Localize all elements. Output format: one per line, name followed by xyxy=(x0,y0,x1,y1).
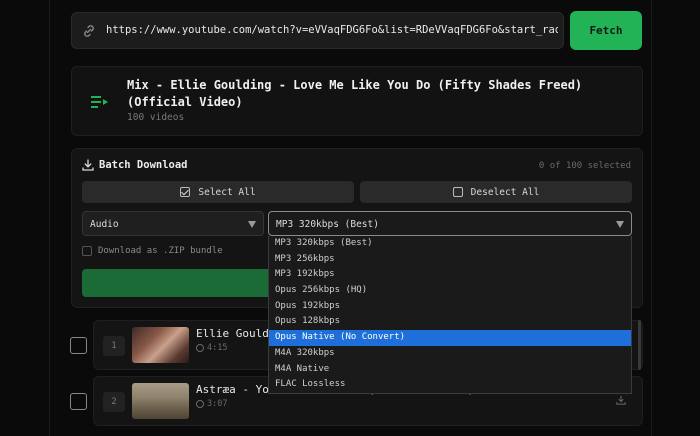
download-icon xyxy=(82,159,94,171)
zip-checkbox-row[interactable]: Download as .ZIP bundle xyxy=(82,246,223,256)
clock-icon xyxy=(196,400,204,408)
video-index: 2 xyxy=(103,392,125,412)
download-icon[interactable] xyxy=(616,395,626,405)
url-input[interactable]: https://www.youtube.com/watch?v=eVVaqFDG… xyxy=(106,24,558,36)
link-icon xyxy=(84,25,94,37)
format-select-value: Audio xyxy=(90,219,119,230)
quality-option[interactable]: Opus 192kbps xyxy=(269,299,631,315)
scrollbar[interactable] xyxy=(638,320,641,370)
quality-select-value: MP3 320kbps (Best) xyxy=(276,219,379,230)
batch-download-button[interactable] xyxy=(82,269,268,297)
caret-down-icon xyxy=(616,221,624,228)
quality-option[interactable]: Opus 128kbps xyxy=(269,314,631,330)
select-all-label: Select All xyxy=(198,186,256,198)
quality-option[interactable]: M4A 320kbps xyxy=(269,346,631,362)
deselect-all-button[interactable]: Deselect All xyxy=(360,181,632,203)
zip-label: Download as .ZIP bundle xyxy=(98,246,223,256)
checkbox-checked-icon xyxy=(180,187,191,197)
video-duration: 3:07 xyxy=(196,399,227,409)
playlist-count: 100 videos xyxy=(127,112,185,123)
caret-down-icon xyxy=(248,221,256,228)
clock-icon xyxy=(196,344,204,352)
checkbox-empty-icon xyxy=(452,187,463,197)
quality-select[interactable]: MP3 320kbps (Best) xyxy=(268,211,632,236)
quality-option[interactable]: Opus Native (No Convert) xyxy=(269,330,631,346)
batch-title: Batch Download xyxy=(99,159,188,171)
deselect-all-label: Deselect All xyxy=(470,186,540,198)
quality-option[interactable]: Opus 256kbps (HQ) xyxy=(269,283,631,299)
playlist-card: Mix - Ellie Goulding - Love Me Like You … xyxy=(71,66,643,136)
quality-option[interactable]: MP3 192kbps xyxy=(269,267,631,283)
playlist-title: Mix - Ellie Goulding - Love Me Like You … xyxy=(127,78,583,109)
video-index: 1 xyxy=(103,336,125,356)
selected-count: 0 of 100 selected xyxy=(538,161,631,171)
quality-option[interactable]: MP3 320kbps (Best) xyxy=(269,236,631,252)
format-select[interactable]: Audio xyxy=(82,211,264,236)
video-thumbnail xyxy=(132,327,189,363)
fetch-button[interactable]: Fetch xyxy=(570,11,642,50)
quality-option[interactable]: M4A Native xyxy=(269,362,631,378)
quality-option[interactable]: FLAC Lossless xyxy=(269,377,631,393)
url-input-container[interactable]: https://www.youtube.com/watch?v=eVVaqFDG… xyxy=(71,12,564,49)
duration-text: 4:15 xyxy=(207,343,228,353)
video-checkbox[interactable] xyxy=(70,337,87,354)
playlist-icon xyxy=(91,96,108,108)
select-all-button[interactable]: Select All xyxy=(82,181,354,203)
video-checkbox[interactable] xyxy=(70,393,87,410)
video-duration: 4:15 xyxy=(196,343,227,353)
quality-option[interactable]: MP3 256kbps xyxy=(269,252,631,268)
duration-text: 3:07 xyxy=(207,399,228,409)
video-thumbnail xyxy=(132,383,189,419)
quality-options-list[interactable]: MP3 320kbps (Best) MP3 256kbps MP3 192kbps… xyxy=(268,236,632,394)
zip-checkbox[interactable] xyxy=(82,246,92,256)
